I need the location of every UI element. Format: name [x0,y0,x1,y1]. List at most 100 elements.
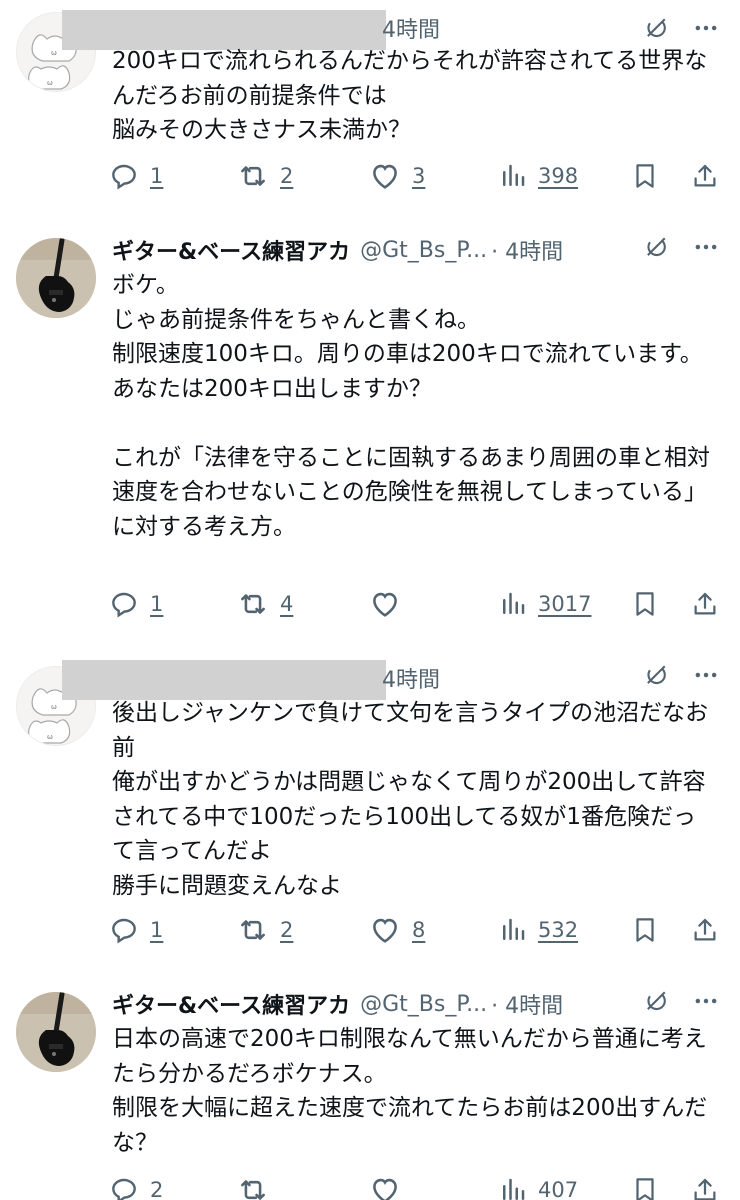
like-count: 8 [412,918,426,942]
tweet-header: 4時間 [62,10,720,50]
avatar[interactable] [16,238,96,318]
reply-count: 1 [150,918,164,942]
retweet-icon [236,159,270,193]
author-name[interactable]: ギター&ベース練習アカ [112,234,350,266]
tweet-text: 後出しジャンケンで負けて文句を言うタイプの池沼だなお前 俺が出すかどうかは問題じ… [112,700,709,899]
retweet-icon [236,1173,270,1200]
views-button[interactable]: 3017 [498,584,591,624]
share-button[interactable] [690,584,720,624]
heart-icon [368,913,402,947]
retweet-count: 4 [280,592,294,616]
reply-button[interactable]: 1 [108,156,163,196]
views-chart-icon [498,589,528,619]
reply-button[interactable]: 1 [108,910,163,950]
svg-text:ω: ω [47,733,53,741]
more-icon[interactable] [692,987,720,1021]
author-handle[interactable]: @Gt_Bs_P... [360,992,487,1017]
retweet-count: 2 [280,164,294,188]
share-button[interactable] [690,1170,720,1200]
tweet-2[interactable]: ギター&ベース練習アカ @Gt_Bs_P... · 4時間 ボケ。 じゃあ前提条… [0,218,740,644]
tweet-actions: 1 2 8 532 [108,910,724,950]
reply-button[interactable]: 1 [108,584,163,624]
bookmark-button[interactable] [630,910,660,950]
share-button[interactable] [690,156,720,196]
bookmark-button[interactable] [630,584,660,624]
tweet-actions: 2 407 [108,1170,724,1200]
like-button[interactable] [368,584,412,624]
view-count: 407 [538,1178,579,1200]
retweet-button[interactable] [236,1170,280,1200]
reply-count: 1 [150,164,164,188]
timestamp[interactable]: 4時間 [382,12,440,44]
grok-icon[interactable] [642,987,670,1021]
heart-icon [368,587,402,621]
grok-icon[interactable] [642,233,670,267]
reply-icon [108,914,140,946]
share-button[interactable] [690,910,720,950]
heart-icon [368,1173,402,1200]
like-button[interactable]: 8 [368,910,425,950]
tweet-header: 4時間 [62,660,720,700]
reply-icon [108,160,140,192]
views-chart-icon [498,915,528,945]
bookmark-button[interactable] [630,1170,660,1200]
bookmark-button[interactable] [630,156,660,196]
share-icon [690,1175,720,1200]
tweet-header: ギター&ベース練習アカ @Gt_Bs_P... · 4時間 [112,986,720,1022]
timestamp[interactable]: 4時間 [382,662,440,694]
bookmark-icon [630,161,660,191]
like-button[interactable]: 3 [368,156,425,196]
like-button[interactable] [368,1170,412,1200]
view-count: 532 [538,918,579,942]
grok-icon[interactable] [642,661,670,695]
like-count: 3 [412,164,426,188]
views-button[interactable]: 532 [498,910,578,950]
guitar-avatar-icon [16,238,96,318]
bookmark-icon [630,915,660,945]
grok-icon[interactable] [642,14,670,42]
retweet-icon [236,913,270,947]
more-icon[interactable] [692,661,720,695]
share-icon [690,915,720,945]
timestamp[interactable]: · 4時間 [491,988,563,1020]
tweet-actions: 1 4 3017 [108,584,724,624]
heart-icon [368,159,402,193]
svg-text:ω: ω [51,703,57,711]
views-button[interactable]: 398 [498,156,578,196]
share-icon [690,589,720,619]
reply-button[interactable]: 2 [108,1170,163,1200]
guitar-avatar-icon [16,992,96,1072]
tweet-4[interactable]: ギター&ベース練習アカ @Gt_Bs_P... · 4時間 日本の高速で200キ… [0,974,740,1200]
views-chart-icon [498,161,528,191]
tweet-text: 200キロで流れられるんだからそれが許容されてる世界なんだろお前の前提条件では … [112,48,708,143]
tweet-1[interactable]: ω ω 4時間 200キロで流れられるんだからそれが許容されてる世界なんだろお前… [0,0,740,206]
svg-text:ω: ω [51,49,57,57]
tweet-text: 日本の高速で200キロ制限なんて無いんだから普通に考えたら分かるだろボケナス。 … [112,1026,708,1156]
more-icon[interactable] [692,233,720,267]
author-name[interactable]: ギター&ベース練習アカ [112,988,350,1020]
reply-count: 1 [150,592,164,616]
bookmark-icon [630,1175,660,1200]
reply-count: 2 [150,1178,164,1200]
avatar[interactable] [16,992,96,1072]
views-button[interactable]: 407 [498,1170,578,1200]
more-icon[interactable] [692,14,720,42]
view-count: 398 [538,164,579,188]
tweet-3[interactable]: ω ω 4時間 後出しジャンケンで負けて文句を言うタイプの池沼だなお前 俺が出す… [0,648,740,974]
author-handle[interactable]: @Gt_Bs_P... [360,238,487,263]
timestamp[interactable]: · 4時間 [491,234,563,266]
redacted-author [62,660,386,700]
tweet-text: ボケ。 じゃあ前提条件をちゃんと書くね。 制限速度100キロ。周りの車は200キ… [112,272,710,540]
retweet-button[interactable]: 2 [236,156,293,196]
tweet-header: ギター&ベース練習アカ @Gt_Bs_P... · 4時間 [112,232,720,268]
reply-icon [108,588,140,620]
retweet-icon [236,587,270,621]
retweet-button[interactable]: 2 [236,910,293,950]
views-chart-icon [498,1175,528,1200]
share-icon [690,161,720,191]
view-count: 3017 [538,592,592,616]
retweet-count: 2 [280,918,294,942]
retweet-button[interactable]: 4 [236,584,293,624]
reply-icon [108,1174,140,1200]
bookmark-icon [630,589,660,619]
